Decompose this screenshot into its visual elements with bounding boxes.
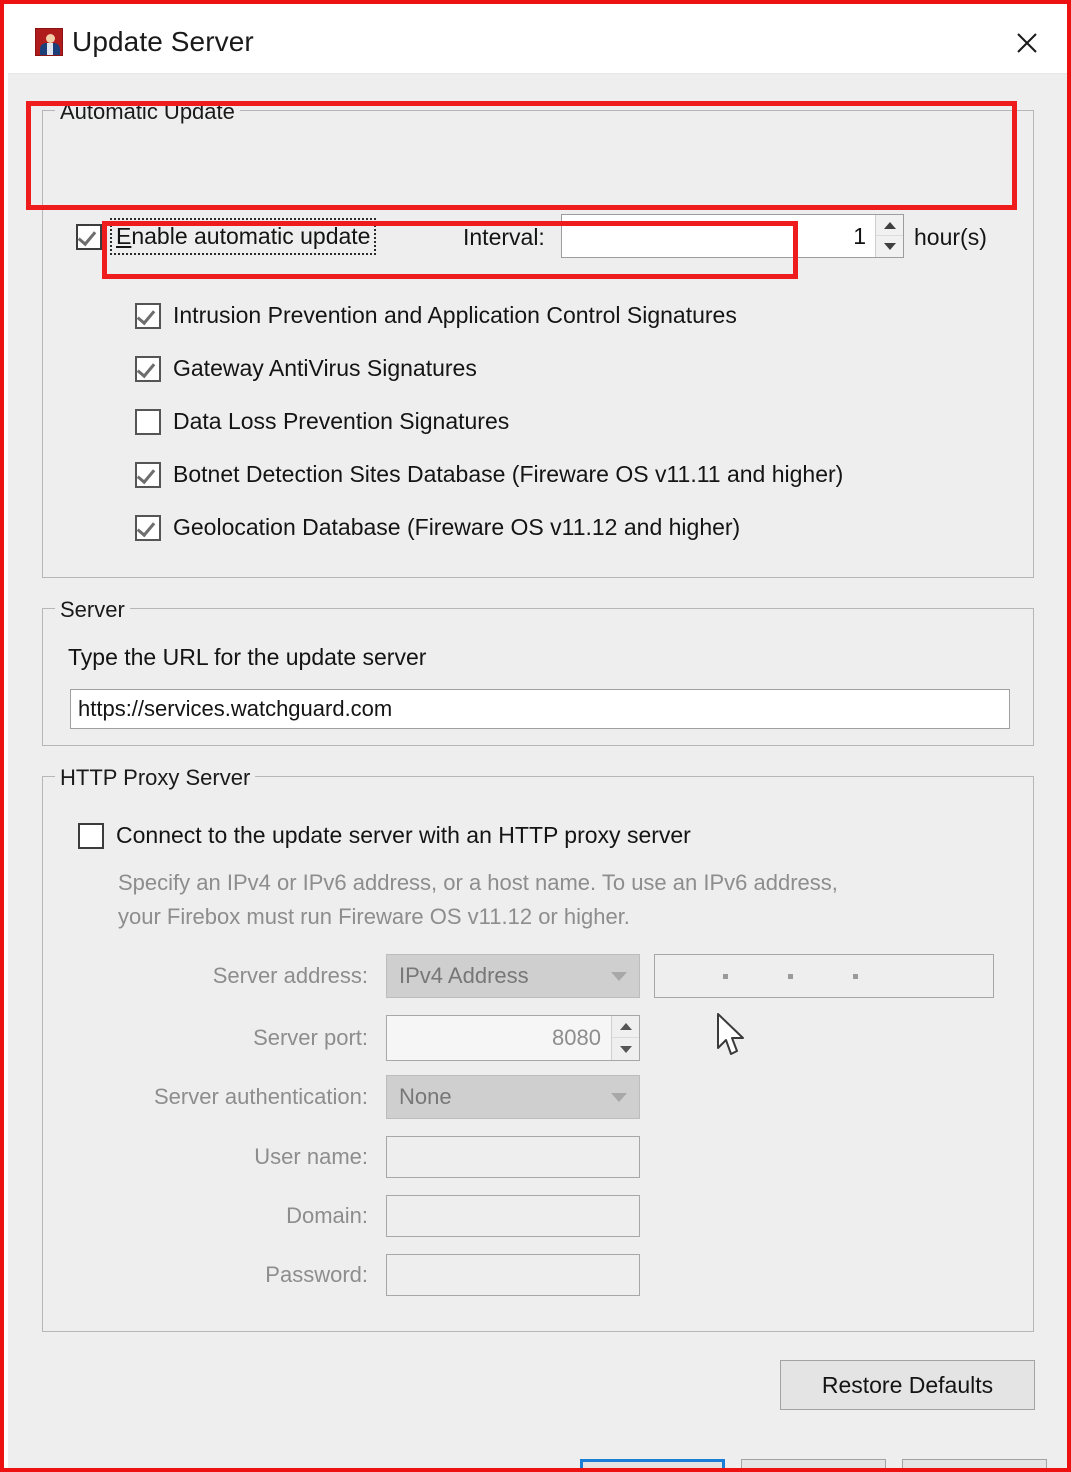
chevron-down-icon — [611, 972, 627, 981]
server-url-hint: Type the URL for the update server — [68, 644, 427, 670]
checkbox-box-geolocation-database[interactable] — [135, 514, 161, 541]
checkbox-label-botnet-detection: Botnet Detection Sites Database (Firewar… — [173, 461, 844, 487]
interval-spinner[interactable]: 1 — [561, 214, 904, 258]
domain-input[interactable] — [386, 1195, 640, 1237]
server-address-label: Server address: — [212, 963, 368, 988]
help-button[interactable]: Help — [902, 1459, 1047, 1468]
server-address-ip-input[interactable] — [654, 954, 994, 998]
server-port-row: Server port: 8080 — [118, 1015, 998, 1061]
checkbox-gateway-antivirus[interactable]: Gateway AntiVirus Signatures — [135, 355, 477, 382]
password-input[interactable] — [386, 1254, 640, 1296]
server-port-spinner-buttons[interactable] — [611, 1016, 639, 1060]
domain-row: Domain: — [118, 1195, 998, 1237]
enable-automatic-update-label: Enable automatic update — [109, 218, 377, 255]
user-name-row: User name: — [118, 1136, 998, 1178]
title-bar: Update Server — [8, 8, 1067, 74]
server-authentication-dropdown[interactable]: None — [386, 1075, 640, 1119]
automatic-update-legend: Automatic Update — [55, 99, 240, 125]
interval-label: Interval: — [463, 224, 545, 250]
checkbox-label-gateway-antivirus: Gateway AntiVirus Signatures — [173, 355, 477, 381]
server-address-type-value: IPv4 Address — [399, 963, 529, 988]
password-label: Password: — [265, 1262, 368, 1287]
checkbox-box-enable-auto-update[interactable] — [76, 223, 102, 250]
checkbox-data-loss-prevention[interactable]: Data Loss Prevention Signatures — [135, 408, 509, 435]
checkbox-box-gateway-antivirus[interactable] — [135, 355, 161, 382]
interval-unit-label: hour(s) — [914, 224, 987, 250]
automatic-update-group: Automatic Update — [42, 99, 1034, 578]
cancel-button[interactable]: Cancel — [741, 1459, 886, 1468]
user-name-label: User name: — [254, 1144, 368, 1169]
server-address-type-dropdown[interactable]: IPv4 Address — [386, 954, 640, 998]
mouse-cursor — [717, 1013, 744, 1055]
enable-label-rest: nable automatic update — [131, 223, 371, 249]
checkbox-label-data-loss-prevention: Data Loss Prevention Signatures — [173, 408, 510, 434]
checkbox-geolocation-database[interactable]: Geolocation Database (Fireware OS v11.12… — [135, 514, 740, 541]
dialog-body: Automatic Update Enable automatic update… — [8, 74, 1067, 1468]
domain-label: Domain: — [286, 1203, 368, 1228]
checkbox-box-botnet-detection[interactable] — [135, 461, 161, 488]
server-authentication-label: Server authentication: — [153, 1084, 368, 1109]
chevron-down-icon — [611, 1093, 627, 1102]
server-port-spinner-up-icon[interactable] — [612, 1016, 639, 1038]
server-authentication-value: None — [399, 1084, 452, 1109]
interval-spinner-down-icon[interactable] — [876, 236, 903, 257]
checkbox-box-intrusion-prevention[interactable] — [135, 302, 161, 329]
server-port-input[interactable]: 8080 — [387, 1016, 611, 1060]
checkbox-label-geolocation-database: Geolocation Database (Fireware OS v11.12… — [173, 514, 741, 540]
checkbox-label-intrusion-prevention: Intrusion Prevention and Application Con… — [173, 302, 737, 328]
accelerator-letter: E — [116, 223, 132, 249]
server-port-spinner[interactable]: 8080 — [386, 1015, 640, 1061]
server-authentication-row: Server authentication: None — [118, 1075, 998, 1119]
screenshot-frame: Update Server Automatic Update Enable au… — [0, 0, 1071, 1472]
server-port-label: Server port: — [253, 1025, 368, 1050]
checkbox-box-data-loss-prevention[interactable] — [135, 408, 161, 435]
proxy-description-line2: your Firebox must run Fireware OS v11.12… — [118, 904, 630, 929]
user-name-input[interactable] — [386, 1136, 640, 1178]
password-row: Password: — [118, 1254, 998, 1296]
enable-automatic-update-checkbox[interactable]: Enable automatic update — [76, 218, 377, 255]
watchguard-app-icon — [35, 28, 63, 56]
interval-spinner-up-icon[interactable] — [876, 215, 903, 236]
checkbox-intrusion-prevention[interactable]: Intrusion Prevention and Application Con… — [135, 302, 737, 329]
checkbox-label-connect-via-proxy: Connect to the update server with an HTT… — [116, 822, 691, 848]
server-address-row: Server address: IPv4 Address — [118, 954, 998, 998]
server-legend: Server — [55, 597, 130, 623]
checkbox-botnet-detection[interactable]: Botnet Detection Sites Database (Firewar… — [135, 461, 843, 488]
proxy-description-line1: Specify an IPv4 or IPv6 address, or a ho… — [118, 870, 838, 895]
server-url-input[interactable]: https://services.watchguard.com — [70, 689, 1010, 729]
http-proxy-server-legend: HTTP Proxy Server — [55, 765, 256, 791]
checkbox-box-connect-via-proxy[interactable] — [78, 822, 104, 849]
interval-input[interactable]: 1 — [562, 215, 875, 257]
restore-defaults-button[interactable]: Restore Defaults — [780, 1360, 1035, 1410]
server-port-spinner-down-icon[interactable] — [612, 1038, 639, 1060]
window-title: Update Server — [72, 26, 254, 57]
close-icon[interactable] — [999, 20, 1055, 66]
interval-spinner-buttons[interactable] — [875, 215, 903, 257]
checkbox-connect-via-proxy[interactable]: Connect to the update server with an HTT… — [78, 822, 691, 849]
proxy-description: Specify an IPv4 or IPv6 address, or a ho… — [118, 866, 988, 934]
ok-button[interactable]: OK — [580, 1459, 725, 1468]
